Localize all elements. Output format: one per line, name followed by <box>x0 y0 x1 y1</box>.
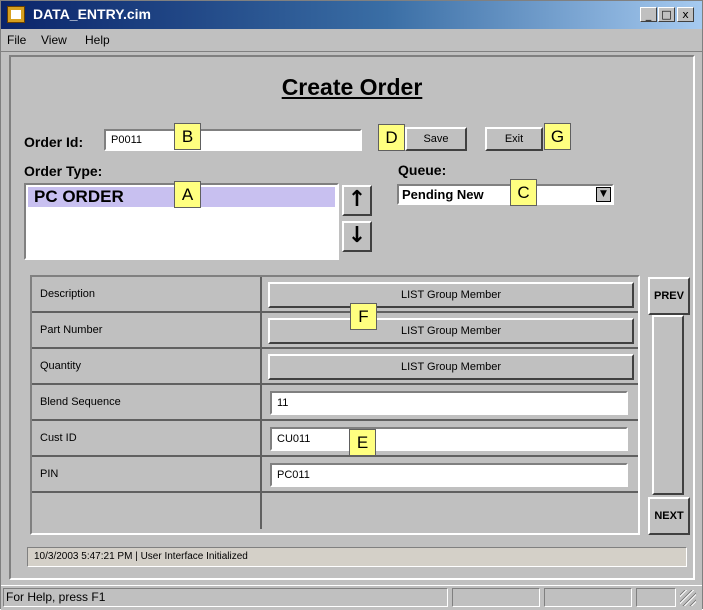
resize-grip-icon[interactable] <box>680 590 696 606</box>
queue-label: Queue: <box>398 162 447 178</box>
order-id-label: Order Id: <box>24 134 84 150</box>
minimize-button[interactable]: _ <box>640 7 657 22</box>
list-group-member-button[interactable]: LIST Group Member <box>268 354 634 380</box>
maximize-button[interactable]: □ <box>658 7 675 22</box>
blend-sequence-input[interactable]: 11 <box>270 391 628 415</box>
grid-row-value-cell: PC011 <box>262 457 638 493</box>
dropdown-arrow-icon[interactable]: ▼ <box>596 187 611 202</box>
pin-input[interactable]: PC011 <box>270 463 628 487</box>
list-group-member-button[interactable]: LIST Group Member <box>268 318 634 344</box>
form-panel: Create Order Order Id: P0011 B D Save Ex… <box>9 55 695 580</box>
next-button[interactable]: NEXT <box>648 497 690 535</box>
grid-row-value-cell: CU011 <box>262 421 638 457</box>
status-help-text: For Help, press F1 <box>3 588 448 607</box>
callout-a: A <box>174 181 201 208</box>
grid-row-value-empty <box>262 493 638 529</box>
title-bar[interactable]: DATA_ENTRY.cim _ □ x <box>1 1 702 29</box>
window-title: DATA_ENTRY.cim <box>33 6 151 22</box>
grid-row-blend-sequence: Blend Sequence 11 <box>32 385 638 421</box>
grid-row-label: PIN <box>32 457 262 493</box>
grid-row-label: Quantity <box>32 349 262 385</box>
order-id-input[interactable]: P0011 <box>104 129 362 151</box>
callout-d: D <box>378 124 405 151</box>
exit-button[interactable]: Exit <box>485 127 543 151</box>
grid-row-value-cell: LIST Group Member <box>262 277 638 313</box>
grid-pager: PREV NEXT <box>648 275 690 537</box>
grid-row-pin: PIN PC011 <box>32 457 638 493</box>
grid-row-label: Part Number <box>32 313 262 349</box>
grid-row-label: Blend Sequence <box>32 385 262 421</box>
menu-view[interactable]: View <box>41 33 67 47</box>
queue-value: Pending New <box>402 187 484 202</box>
grid-row-empty <box>32 493 638 529</box>
grid-row-label: Description <box>32 277 262 313</box>
order-type-label: Order Type: <box>24 163 103 179</box>
prev-button[interactable]: PREV <box>648 277 690 315</box>
grid-row-label: Cust ID <box>32 421 262 457</box>
grid-row-value-cell: 11 <box>262 385 638 421</box>
grid-row-value-cell: LIST Group Member <box>262 349 638 385</box>
down-arrow-icon: ↓ <box>347 223 367 248</box>
scroll-down-button[interactable]: ↓ <box>342 221 372 252</box>
callout-b: B <box>174 123 201 150</box>
cust-id-input[interactable]: CU011 <box>270 427 628 451</box>
callout-f: F <box>350 303 377 330</box>
menu-bar: File View Help <box>1 29 702 52</box>
status-pane-3 <box>636 588 676 607</box>
pager-track[interactable] <box>652 315 684 495</box>
application-window: DATA_ENTRY.cim _ □ x File View Help Crea… <box>0 0 703 610</box>
order-detail-grid: Description LIST Group Member Part Numbe… <box>30 275 640 535</box>
callout-e: E <box>349 429 376 456</box>
scroll-up-button[interactable]: ↑ <box>342 185 372 216</box>
list-group-member-button[interactable]: LIST Group Member <box>268 282 634 308</box>
menu-file[interactable]: File <box>7 33 26 47</box>
grid-row-part-number: Part Number LIST Group Member <box>32 313 638 349</box>
callout-g: G <box>544 123 571 150</box>
status-pane-2 <box>544 588 632 607</box>
callout-c: C <box>510 179 537 206</box>
close-button[interactable]: x <box>677 7 694 22</box>
queue-select[interactable]: Pending New ▼ <box>397 184 614 205</box>
grid-row-quantity: Quantity LIST Group Member <box>32 349 638 385</box>
status-pane-1 <box>452 588 540 607</box>
menu-help[interactable]: Help <box>85 33 110 47</box>
grid-row-label-empty <box>32 493 262 529</box>
grid-row-value-cell: LIST Group Member <box>262 313 638 349</box>
grid-row-description: Description LIST Group Member <box>32 277 638 313</box>
grid-row-cust-id: Cust ID CU011 <box>32 421 638 457</box>
form-title: Create Order <box>281 74 423 100</box>
message-line: 10/3/2003 5:47:21 PM | User Interface In… <box>27 547 687 567</box>
app-icon <box>7 6 25 23</box>
status-bar: For Help, press F1 <box>1 585 702 610</box>
up-arrow-icon: ↑ <box>347 187 367 212</box>
save-button[interactable]: Save <box>405 127 467 151</box>
